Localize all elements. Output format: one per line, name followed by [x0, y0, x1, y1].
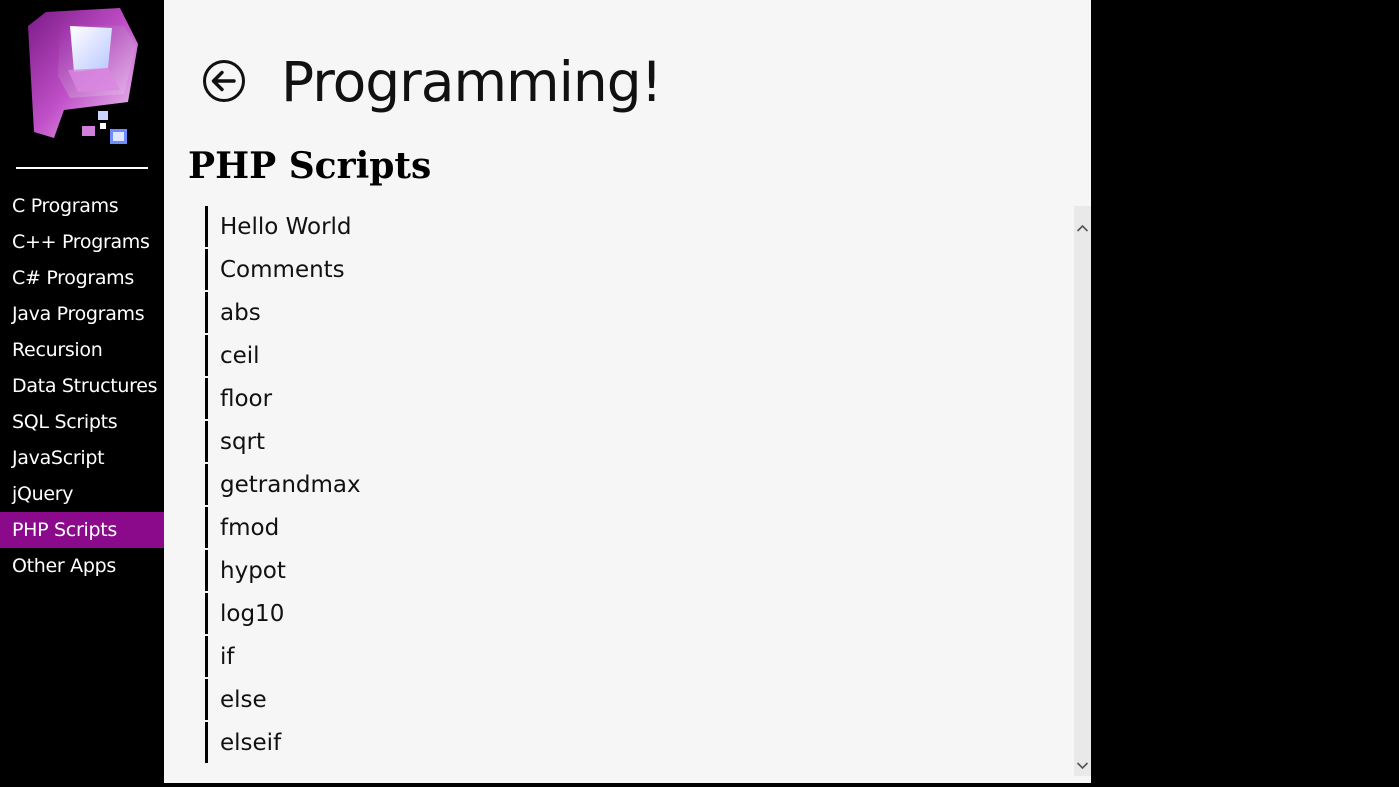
sidebar-item-c-programs[interactable]: C Programs	[0, 188, 164, 224]
list-item[interactable]: getrandmax	[205, 464, 1065, 507]
sidebar-item-jquery[interactable]: jQuery	[0, 476, 164, 512]
sidebar: C Programs C++ Programs C# Programs Java…	[0, 0, 164, 787]
list-item[interactable]: floor	[205, 378, 1065, 421]
list-item[interactable]: fmod	[205, 507, 1065, 550]
page-title: Programming!	[281, 50, 663, 114]
app-window: C Programs C++ Programs C# Programs Java…	[0, 0, 1399, 787]
bottom-edge	[164, 783, 1091, 787]
sidebar-item-javascript[interactable]: JavaScript	[0, 440, 164, 476]
scroll-down-button[interactable]	[1074, 756, 1091, 776]
list-item[interactable]: Hello World	[205, 206, 1065, 249]
sidebar-item-other-apps[interactable]: Other Apps	[0, 548, 164, 584]
sidebar-item-cpp-programs[interactable]: C++ Programs	[0, 224, 164, 260]
list-item[interactable]: hypot	[205, 550, 1065, 593]
sidebar-item-java-programs[interactable]: Java Programs	[0, 296, 164, 332]
sidebar-item-php-scripts[interactable]: PHP Scripts	[0, 512, 164, 548]
main-content: Programming! PHP Scripts Hello World Com…	[164, 0, 1091, 787]
list-item[interactable]: elseif	[205, 722, 1065, 765]
sidebar-divider	[16, 167, 148, 169]
list-item[interactable]: Comments	[205, 249, 1065, 292]
list-item[interactable]: sqrt	[205, 421, 1065, 464]
sidebar-item-recursion[interactable]: Recursion	[0, 332, 164, 368]
sidebar-item-data-structures[interactable]: Data Structures	[0, 368, 164, 404]
scroll-up-button[interactable]	[1074, 218, 1091, 238]
sidebar-item-sql-scripts[interactable]: SQL Scripts	[0, 404, 164, 440]
chevron-up-icon	[1076, 224, 1089, 232]
sidebar-item-csharp-programs[interactable]: C# Programs	[0, 260, 164, 296]
back-arrow-circle-icon	[203, 60, 245, 102]
script-list: Hello World Comments abs ceil floor sqrt…	[205, 206, 1065, 765]
back-button[interactable]	[202, 59, 246, 103]
list-item[interactable]: abs	[205, 292, 1065, 335]
list-item[interactable]: ceil	[205, 335, 1065, 378]
list-item[interactable]: log10	[205, 593, 1065, 636]
list-item[interactable]: else	[205, 679, 1065, 722]
section-title: PHP Scripts	[188, 145, 432, 187]
chevron-down-icon	[1076, 762, 1089, 770]
sidebar-nav: C Programs C++ Programs C# Programs Java…	[0, 188, 164, 584]
vertical-scrollbar[interactable]	[1074, 206, 1091, 776]
list-item[interactable]: if	[205, 636, 1065, 679]
app-logo-icon	[24, 6, 142, 148]
